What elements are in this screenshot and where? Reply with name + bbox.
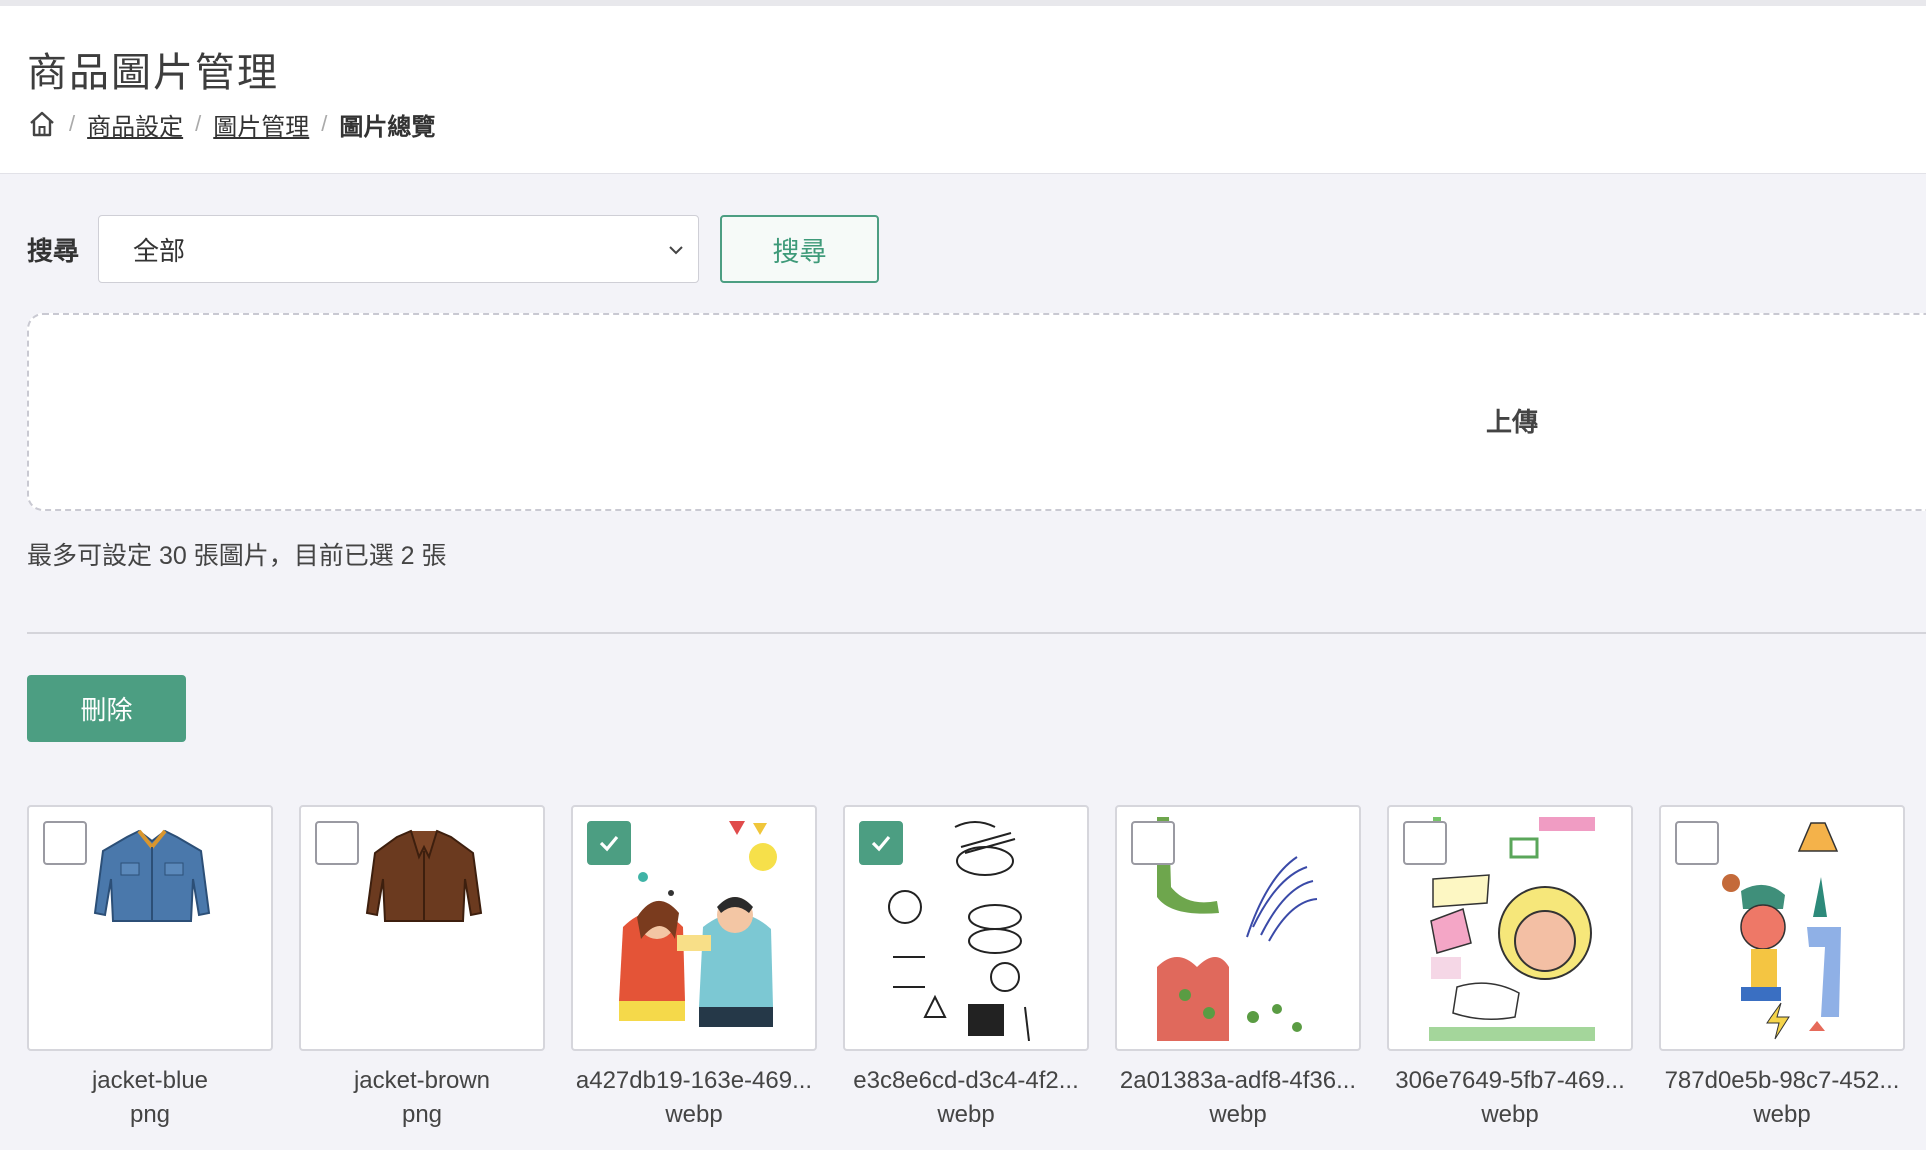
image-thumbnail[interactable]: [571, 805, 817, 1051]
breadcrumb-separator: /: [321, 111, 328, 136]
image-thumbnail[interactable]: [299, 805, 545, 1051]
image-extension: webp: [665, 1101, 723, 1128]
breadcrumb-current: 圖片總覽: [339, 113, 436, 141]
checkmark-icon: [599, 835, 619, 852]
image-extension: webp: [1209, 1101, 1267, 1128]
botanical-illustration-image: [1157, 817, 1323, 1041]
image-checkbox-checked[interactable]: [587, 821, 631, 865]
selection-limit-text: 最多可設定 30 張圖片，目前已選 2 張: [27, 542, 447, 570]
image-card: a427db19-163e-469... webp: [571, 805, 817, 1129]
image-filename: jacket-blue: [91, 1067, 209, 1094]
image-card: 306e7649-5fb7-469... webp: [1387, 805, 1633, 1129]
image-checkbox[interactable]: [1131, 821, 1175, 865]
breadcrumb-separator: /: [69, 111, 76, 136]
image-thumbnail[interactable]: [1659, 805, 1905, 1051]
image-card: 787d0e5b-98c7-452... webp: [1659, 805, 1905, 1129]
brown-jacket-image: [365, 829, 483, 922]
image-checkbox[interactable]: [1403, 821, 1447, 865]
chevron-down-icon: [669, 246, 683, 255]
image-extension: png: [129, 1101, 171, 1128]
delete-button[interactable]: 刪除: [27, 675, 186, 742]
doodle-pattern-image: [885, 817, 1051, 1041]
image-filename: jacket-brown: [353, 1067, 491, 1094]
image-thumbnail[interactable]: [1387, 805, 1633, 1051]
image-extension: png: [401, 1101, 443, 1128]
search-label: 搜尋: [27, 235, 80, 266]
image-filename: 2a01383a-adf8-4f36...: [1119, 1067, 1357, 1094]
image-checkbox[interactable]: [315, 821, 359, 865]
image-card: jacket-brown png: [299, 805, 545, 1129]
breadcrumb-separator: /: [195, 111, 202, 136]
comic-collage-image: [1429, 817, 1595, 1041]
image-thumbnail[interactable]: [843, 805, 1089, 1051]
image-filename: e3c8e6cd-d3c4-4f2...: [853, 1067, 1079, 1094]
page-header: 商品圖片管理 / 商品設定 / 圖片管理 / 圖片總覽: [0, 6, 1926, 174]
party-illustration-image: [613, 817, 779, 1041]
home-icon[interactable]: [27, 109, 57, 139]
image-checkbox[interactable]: [1675, 821, 1719, 865]
image-extension: webp: [1481, 1101, 1539, 1128]
divider: [27, 632, 1926, 634]
search-button[interactable]: 搜尋: [720, 215, 879, 283]
image-card: jacket-blue png: [27, 805, 273, 1129]
category-select[interactable]: 全部: [98, 215, 699, 283]
image-extension: webp: [937, 1101, 995, 1128]
image-filename: 306e7649-5fb7-469...: [1395, 1067, 1625, 1094]
image-thumbnail[interactable]: [27, 805, 273, 1051]
image-filename: a427db19-163e-469...: [575, 1067, 813, 1094]
checkmark-icon: [871, 835, 891, 852]
image-thumbnail[interactable]: [1115, 805, 1361, 1051]
character-illustration-image: [1701, 817, 1867, 1041]
breadcrumb-item-image-management[interactable]: 圖片管理: [213, 107, 309, 142]
image-card: 2a01383a-adf8-4f36... webp: [1115, 805, 1361, 1129]
image-filename: 787d0e5b-98c7-452...: [1664, 1067, 1900, 1094]
blue-jacket-image: [93, 829, 211, 922]
upload-label: 上傳: [1486, 407, 1539, 437]
page-title: 商品圖片管理: [27, 51, 279, 95]
image-checkbox-checked[interactable]: [859, 821, 903, 865]
image-checkbox[interactable]: [43, 821, 87, 865]
breadcrumb-item-product-settings[interactable]: 商品設定: [87, 107, 183, 142]
image-card: e3c8e6cd-d3c4-4f2... webp: [843, 805, 1089, 1129]
search-bar: 搜尋 全部 搜尋: [27, 215, 879, 283]
category-select-value: 全部: [133, 235, 186, 266]
image-extension: webp: [1753, 1101, 1811, 1128]
upload-dropzone[interactable]: [27, 313, 1926, 511]
breadcrumb: / 商品設定 / 圖片管理 / 圖片總覽: [27, 104, 435, 144]
